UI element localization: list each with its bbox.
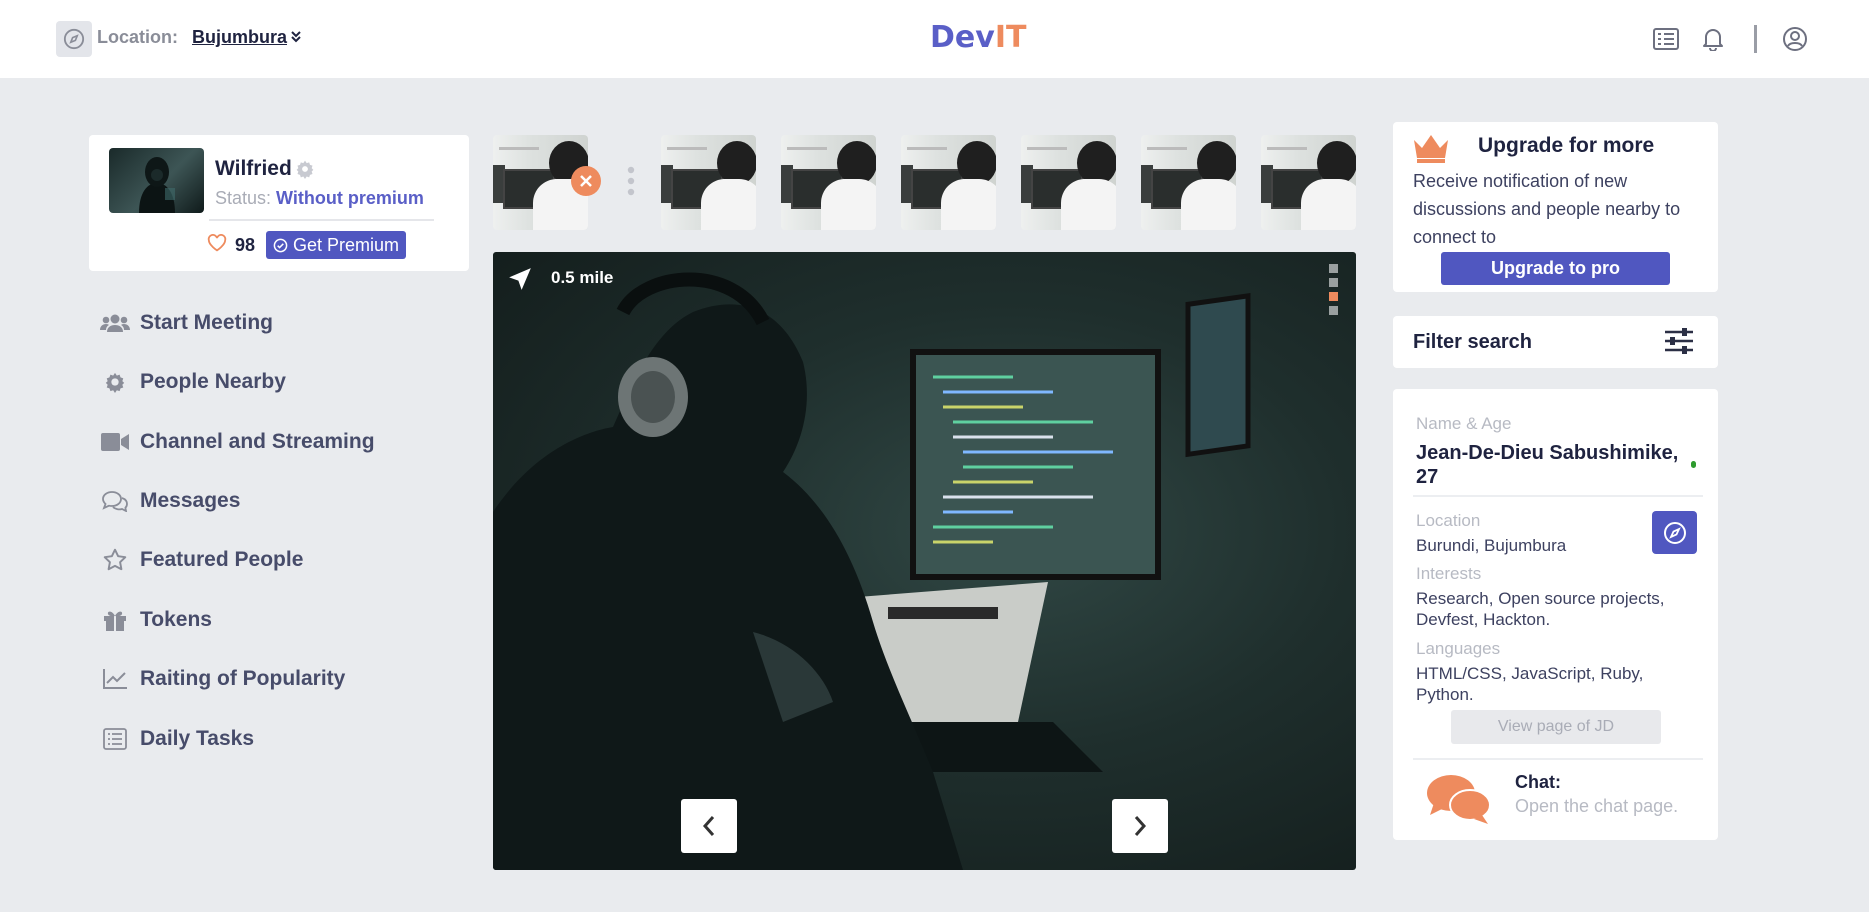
location-label: Location: [97, 27, 178, 47]
section-divider [1413, 495, 1703, 497]
list-icon [100, 726, 130, 752]
interests-value: Research, Open source projects, Devfest,… [1416, 589, 1665, 629]
filter-search-title: Filter search [1413, 331, 1532, 353]
section-divider [1413, 758, 1703, 760]
crown-icon [1411, 132, 1451, 169]
languages-value: HTML/CSS, JavaScript, Ruby, Python. [1416, 664, 1644, 704]
star-icon [100, 547, 130, 573]
location-arrow-icon [507, 266, 533, 297]
menu-label-channel-streaming: Channel and Streaming [140, 430, 375, 453]
chat-bubbles-icon[interactable] [1426, 773, 1492, 830]
menu-label-people-nearby: People Nearby [140, 370, 286, 393]
chevron-right-icon [1134, 816, 1147, 836]
video-camera-icon [100, 429, 130, 455]
news-list-icon[interactable] [1651, 24, 1681, 54]
menu-label-tokens: Tokens [140, 608, 212, 631]
name-age-label: Name & Age [1416, 414, 1512, 433]
users-icon [100, 310, 130, 336]
gift-icon [100, 607, 130, 633]
menu-item-rating-popularity[interactable]: Raiting of Popularity [100, 664, 345, 694]
menu-item-messages[interactable]: Messages [100, 486, 240, 516]
settings-gear-icon[interactable] [295, 159, 315, 184]
get-premium-button[interactable]: Get Premium [266, 231, 406, 259]
likes-count: 98 [235, 235, 256, 255]
status-value: Without premium [276, 188, 424, 208]
menu-label-daily-tasks: Daily Tasks [140, 727, 255, 750]
interests-label: Interests [1416, 564, 1482, 583]
menu-item-tokens[interactable]: Tokens [100, 605, 212, 635]
check-circle-icon [273, 238, 288, 252]
chevron-left-icon [702, 816, 715, 836]
photo-pagination [1329, 264, 1338, 320]
filter-search-card[interactable]: Filter search [1393, 316, 1718, 368]
chevron-down-icon[interactable] [290, 30, 302, 49]
upgrade-card: Upgrade for more Receive notification of… [1393, 122, 1718, 292]
pagination-dot[interactable] [1329, 306, 1338, 315]
profile-status: Status: Without premium [215, 188, 424, 209]
location-dropdown[interactable]: Bujumbura [192, 27, 287, 48]
thumbnail-5[interactable] [1021, 135, 1116, 230]
close-icon[interactable] [571, 166, 601, 196]
upgrade-description: Receive notification of new discussions … [1413, 171, 1681, 247]
pagination-dot-active[interactable] [1329, 292, 1338, 301]
upgrade-title: Upgrade for more [1478, 134, 1655, 157]
menu-label-featured-people: Featured People [140, 548, 304, 571]
photo-illustration [493, 272, 1251, 870]
menu-label-messages: Messages [140, 489, 241, 512]
person-name-age: Jean-De-Dieu Sabushimike, 27 [1416, 442, 1679, 488]
more-options-icon[interactable] [627, 166, 635, 196]
previous-button[interactable] [681, 799, 737, 853]
sliders-icon[interactable] [1663, 327, 1695, 360]
menu-item-daily-tasks[interactable]: Daily Tasks [100, 724, 254, 754]
view-page-button[interactable]: View page of JD [1451, 710, 1661, 744]
gear-icon [100, 369, 130, 395]
compass-button[interactable] [1652, 511, 1697, 554]
thumbnail-6[interactable] [1141, 135, 1236, 230]
get-premium-label: Get Premium [292, 234, 400, 255]
compass-icon [1663, 521, 1686, 544]
location-field-label: Location [1416, 511, 1481, 530]
compass-icon[interactable] [56, 21, 92, 57]
pagination-dot[interactable] [1329, 278, 1338, 287]
top-bar: Location: Bujumbura DevIT [0, 0, 1869, 78]
chat-title: Chat: [1515, 772, 1561, 792]
logo-part-it: IT [994, 20, 1027, 55]
thumbnail-3[interactable] [781, 135, 876, 230]
status-label: Status: [215, 188, 272, 208]
pagination-dot[interactable] [1329, 264, 1338, 273]
user-account-icon[interactable] [1780, 24, 1810, 54]
avatar[interactable] [109, 148, 204, 213]
thumbnail-2[interactable] [661, 135, 756, 230]
logo-part-dev: Dev [930, 20, 995, 55]
profile-card: Wilfried Status: Without premium 98 Get … [89, 135, 469, 271]
online-status-dot [1691, 461, 1696, 468]
person-detail-card: Name & Age Jean-De-Dieu Sabushimike, 27 … [1393, 389, 1718, 840]
profile-name: Wilfried [215, 157, 292, 180]
bell-icon[interactable] [1698, 24, 1728, 54]
languages-label: Languages [1416, 639, 1501, 658]
heart-icon[interactable] [207, 234, 227, 257]
next-button[interactable] [1112, 799, 1168, 853]
app-logo[interactable]: DevIT [930, 20, 1026, 55]
menu-label-start-meeting: Start Meeting [140, 311, 274, 334]
menu-item-featured-people[interactable]: Featured People [100, 545, 303, 575]
menu-item-start-meeting[interactable]: Start Meeting [100, 308, 273, 338]
thumbnail-4[interactable] [901, 135, 996, 230]
distance-label: 0.5 mile [551, 268, 614, 287]
menu-item-people-nearby[interactable]: People Nearby [100, 367, 286, 397]
profile-divider [209, 219, 434, 221]
line-chart-icon [100, 666, 130, 692]
chat-bubbles-icon [100, 488, 130, 514]
location-field-value: Burundi, Bujumbura [1416, 536, 1567, 555]
chat-subtitle[interactable]: Open the chat page. [1515, 796, 1678, 817]
menu-item-channel-streaming[interactable]: Channel and Streaming [100, 427, 375, 457]
menu-label-rating-popularity: Raiting of Popularity [140, 667, 346, 690]
toolbar-divider [1754, 25, 1757, 53]
thumbnail-7[interactable] [1261, 135, 1356, 230]
upgrade-to-pro-button[interactable]: Upgrade to pro [1441, 252, 1670, 285]
main-photo[interactable]: 0.5 mile [493, 252, 1356, 870]
